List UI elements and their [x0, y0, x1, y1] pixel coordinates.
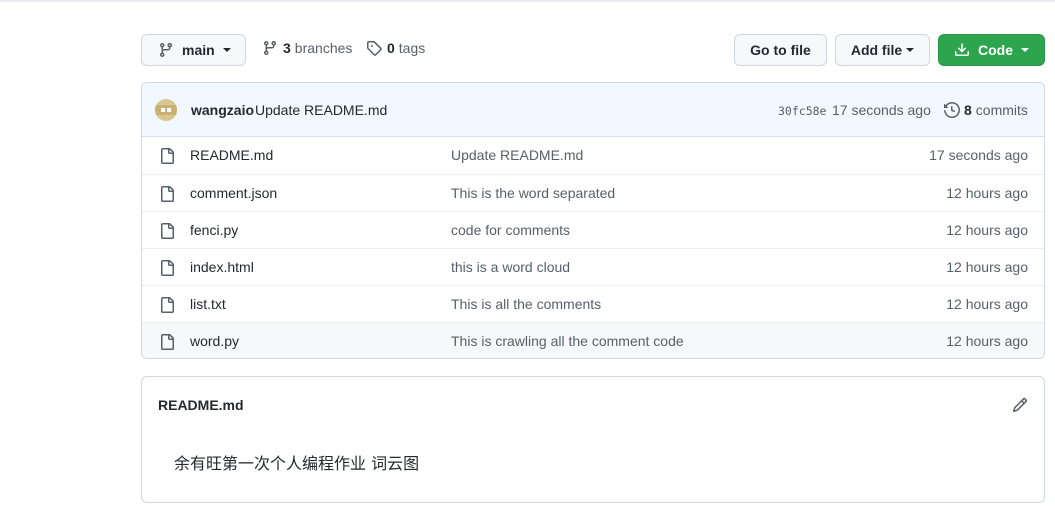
commits-count: 8: [964, 102, 972, 118]
file-commit-time: 12 hours ago: [946, 296, 1028, 312]
latest-commit-bar: wangzaio Update README.md 30fc58e 17 sec…: [142, 83, 1044, 137]
file-row[interactable]: word.py This is crawling all the comment…: [142, 322, 1044, 358]
tags-label: tags: [398, 40, 426, 56]
branches-label: branches: [294, 40, 353, 56]
file-name[interactable]: comment.json: [190, 185, 277, 201]
file-browser: wangzaio Update README.md 30fc58e 17 sec…: [141, 82, 1045, 359]
file-commit-message[interactable]: Update README.md: [451, 147, 583, 163]
branches-count: 3: [283, 40, 291, 56]
tags-link[interactable]: 0 tags: [366, 40, 425, 56]
avatar[interactable]: [155, 99, 177, 121]
file-name[interactable]: README.md: [190, 147, 273, 163]
go-to-file-label: Go to file: [750, 42, 811, 58]
file-row[interactable]: index.html this is a word cloud 12 hours…: [142, 248, 1044, 285]
file-name[interactable]: fenci.py: [190, 222, 238, 238]
branch-selector-button[interactable]: main: [141, 34, 246, 66]
file-commit-time: 12 hours ago: [946, 185, 1028, 201]
file-row[interactable]: list.txt This is all the comments 12 hou…: [142, 285, 1044, 322]
download-icon: [955, 43, 969, 56]
git-branch-icon: [160, 42, 172, 58]
file-icon: [161, 186, 174, 202]
file-commit-time: 17 seconds ago: [929, 147, 1028, 163]
branch-name: main: [182, 42, 215, 58]
tags-count: 0: [387, 40, 395, 56]
file-icon: [161, 334, 174, 350]
chevron-down-icon: [222, 48, 231, 52]
history-icon: [944, 102, 960, 118]
chevron-down-icon: [906, 48, 915, 52]
git-branch-icon: [264, 40, 276, 56]
file-commit-time: 12 hours ago: [946, 222, 1028, 238]
file-icon: [161, 223, 174, 239]
commit-sha[interactable]: 30fc58e: [778, 104, 826, 118]
add-file-button[interactable]: Add file: [835, 34, 930, 66]
code-label: Code: [978, 42, 1013, 58]
branches-link[interactable]: 3 branches: [262, 40, 352, 56]
file-row[interactable]: comment.json This is the word separated …: [142, 174, 1044, 211]
code-button[interactable]: Code: [938, 34, 1045, 66]
file-commit-message[interactable]: this is a word cloud: [451, 259, 570, 275]
chevron-down-icon: [1021, 48, 1029, 52]
file-icon: [161, 148, 174, 164]
commits-link[interactable]: 8 commits: [944, 102, 1028, 118]
file-icon: [161, 260, 174, 276]
file-row[interactable]: README.md Update README.md 17 seconds ag…: [142, 137, 1044, 174]
pencil-icon[interactable]: [1012, 397, 1028, 413]
file-icon: [161, 297, 174, 313]
file-commit-message[interactable]: This is crawling all the comment code: [451, 333, 684, 349]
file-commit-time: 12 hours ago: [946, 259, 1028, 275]
commit-time: 17 seconds ago: [832, 102, 931, 118]
readme-content: 余有旺第一次个人编程作业 词云图: [174, 454, 420, 473]
file-commit-message[interactable]: code for comments: [451, 222, 570, 238]
readme-panel: README.md 余有旺第一次个人编程作业 词云图: [141, 376, 1045, 503]
file-commit-message[interactable]: This is the word separated: [451, 185, 615, 201]
commit-author[interactable]: wangzaio: [191, 102, 254, 118]
file-list: README.md Update README.md 17 seconds ag…: [142, 137, 1044, 358]
file-name[interactable]: index.html: [190, 259, 254, 275]
file-commit-message[interactable]: This is all the comments: [451, 296, 601, 312]
go-to-file-button[interactable]: Go to file: [734, 34, 827, 66]
tag-icon: [367, 41, 382, 56]
file-name[interactable]: word.py: [190, 333, 239, 349]
file-row[interactable]: fenci.py code for comments 12 hours ago: [142, 211, 1044, 248]
file-commit-time: 12 hours ago: [946, 333, 1028, 349]
file-name[interactable]: list.txt: [190, 296, 226, 312]
commits-label: commits: [975, 102, 1028, 118]
top-divider: [0, 0, 1055, 2]
commit-message[interactable]: Update README.md: [255, 102, 387, 118]
readme-title[interactable]: README.md: [158, 397, 244, 413]
add-file-label: Add file: [850, 42, 903, 58]
